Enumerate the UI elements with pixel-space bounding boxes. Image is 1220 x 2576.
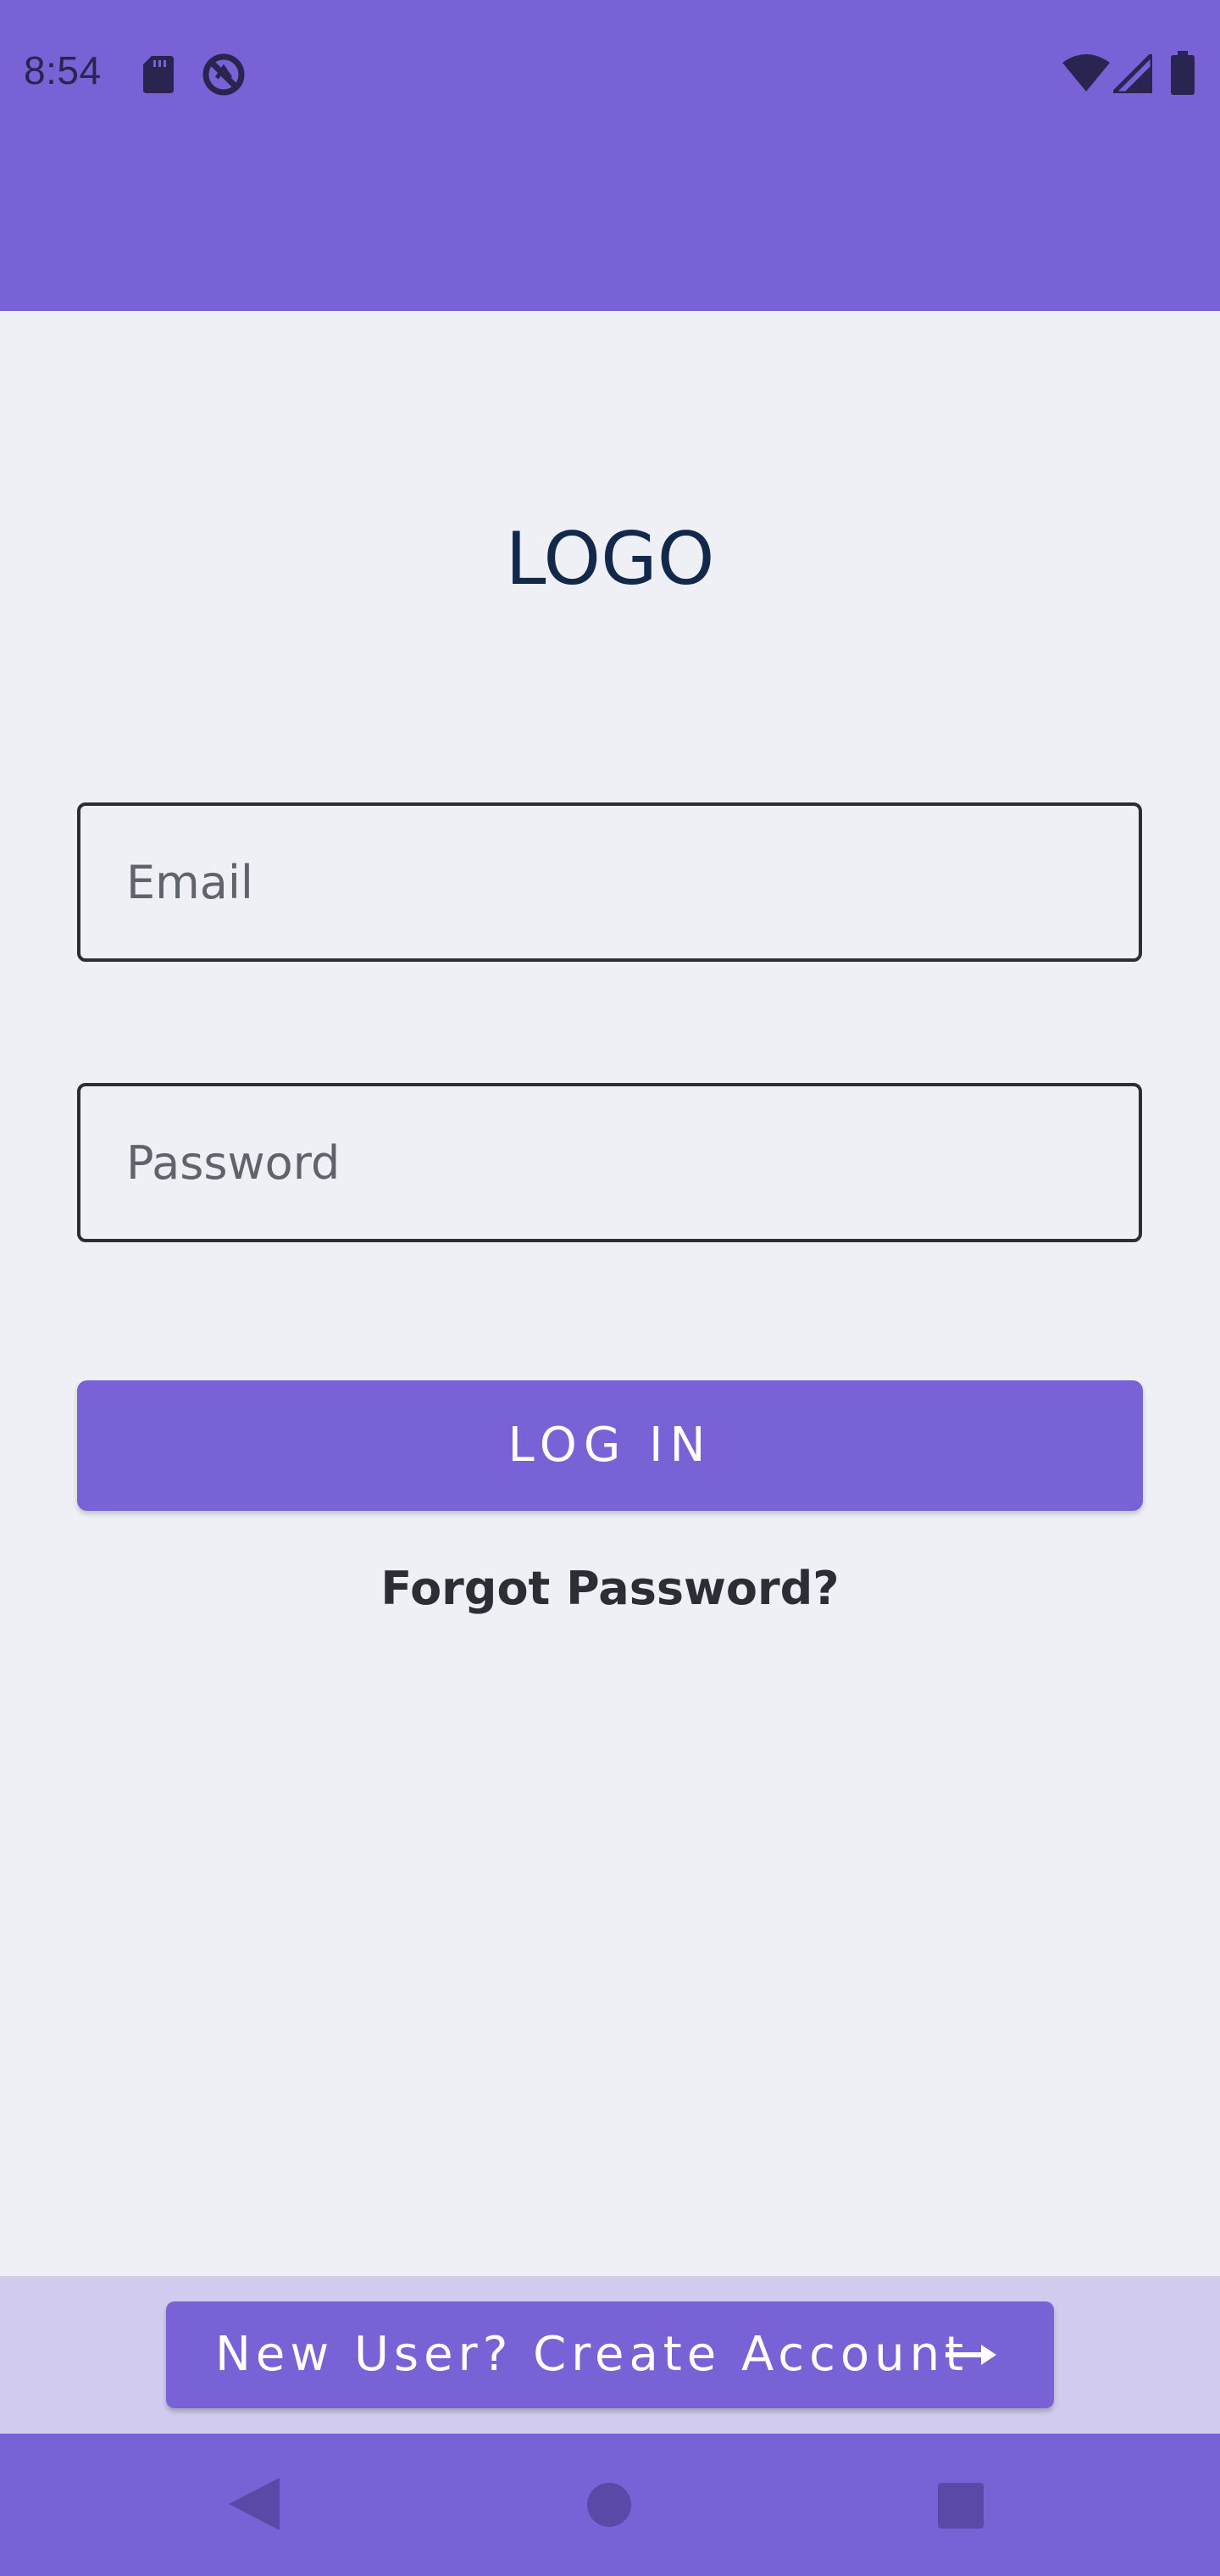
battery-icon — [1171, 51, 1195, 95]
arrow-right-icon — [946, 2345, 996, 2365]
status-time: 8:54 — [24, 48, 102, 92]
create-account-label: New User? Create Account — [215, 2327, 969, 2382]
password-field[interactable] — [77, 1083, 1142, 1242]
password-input[interactable] — [126, 1086, 1092, 1239]
recents-icon[interactable] — [938, 2483, 984, 2529]
status-bar: 8:54 — [0, 0, 1220, 311]
login-button[interactable]: LOG IN — [77, 1380, 1143, 1511]
create-account-button[interactable]: New User? Create Account — [166, 2301, 1054, 2408]
email-input[interactable] — [126, 806, 1092, 958]
back-icon[interactable] — [229, 2478, 280, 2530]
create-account-band: New User? Create Account — [0, 2276, 1220, 2434]
logo: LOGO — [505, 517, 715, 602]
home-icon[interactable] — [587, 2483, 631, 2527]
navigation-bar — [0, 2434, 1220, 2576]
sd-card-icon — [143, 56, 174, 93]
cell-signal-icon — [1113, 54, 1152, 93]
email-field[interactable] — [77, 802, 1142, 962]
wifi-icon — [1062, 54, 1110, 92]
no-disturb-icon — [202, 53, 245, 96]
forgot-password-link[interactable]: Forgot Password? — [0, 1555, 1220, 1623]
